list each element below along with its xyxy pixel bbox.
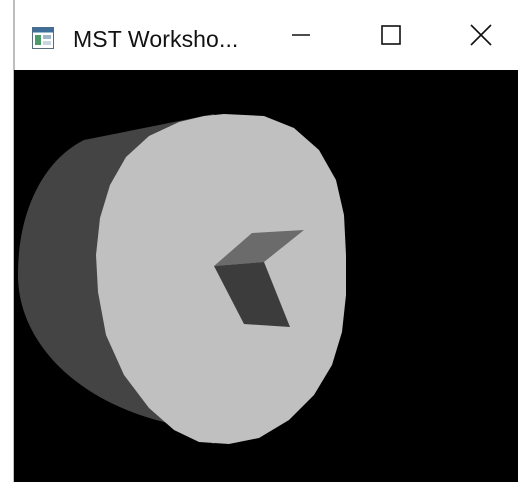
render-viewport[interactable] (14, 70, 518, 482)
close-icon (470, 24, 492, 46)
app-window-icon[interactable] (32, 27, 54, 49)
minimize-icon (292, 34, 310, 36)
close-button[interactable] (441, 0, 518, 70)
maximize-icon (381, 25, 401, 45)
minimize-button[interactable] (261, 0, 341, 70)
window-title: MST Worksho... (73, 26, 239, 52)
app-window: MST Worksho... (0, 0, 518, 482)
3d-scene (18, 114, 346, 444)
title-bar[interactable]: MST Worksho... (14, 0, 518, 70)
maximize-button[interactable] (351, 0, 431, 70)
